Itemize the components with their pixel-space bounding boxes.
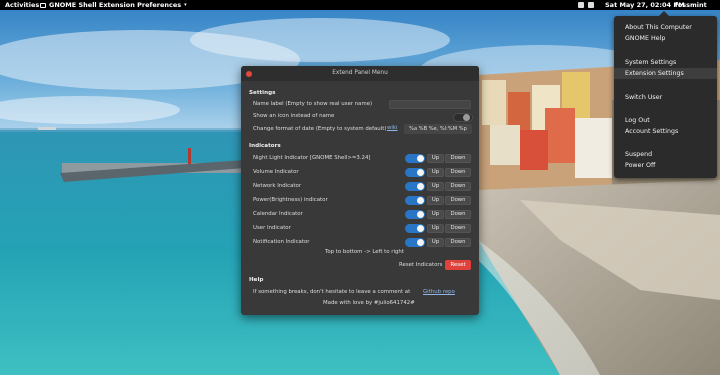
indicator-toggle[interactable] [405, 168, 425, 177]
move-down-button[interactable]: Down [445, 224, 471, 233]
move-up-button[interactable]: Up [427, 210, 444, 219]
dialog-titlebar[interactable]: Extend Panel Menu [241, 66, 479, 81]
move-down-button[interactable]: Down [445, 210, 471, 219]
move-up-button[interactable]: Up [427, 154, 444, 163]
app-menu-label: GNOME Shell Extension Preferences [49, 1, 182, 9]
menu-item-system-settings[interactable]: System Settings [614, 57, 717, 68]
indicator-label: Calendar Indicator [253, 211, 303, 217]
toggle-knob [417, 155, 424, 162]
indicator-label: Network Indicator [253, 183, 302, 189]
indicator-label: Power(Brightness) indicator [253, 197, 328, 203]
chevron-down-icon: ▾ [184, 2, 187, 8]
menu-item-help[interactable]: GNOME Help [614, 33, 717, 44]
move-down-button[interactable]: Down [445, 182, 471, 191]
indicator-label: User Indicator [253, 225, 291, 231]
toggle-knob [417, 239, 424, 246]
indicator-toggle[interactable] [405, 196, 425, 205]
github-repo-link[interactable]: Github repo [423, 289, 455, 295]
menu-item-about[interactable]: About This Computer [614, 22, 717, 33]
move-up-button[interactable]: Up [427, 238, 444, 247]
move-down-button[interactable]: Down [445, 238, 471, 247]
user-menu-button[interactable]: fossmint [675, 0, 707, 10]
indicator-toggle[interactable] [405, 182, 425, 191]
indicator-label: Volume Indicator [253, 169, 299, 175]
help-text: If something breaks, don't hesitate to l… [253, 289, 411, 295]
status-tray[interactable] [578, 2, 594, 8]
name-label-input[interactable] [389, 100, 471, 109]
help-heading: Help [249, 277, 264, 283]
menu-item-extension-settings[interactable]: Extension Settings [614, 68, 717, 79]
move-down-button[interactable]: Down [445, 154, 471, 163]
toggle-knob [417, 197, 424, 204]
indicator-toggle[interactable] [405, 210, 425, 219]
credit-text: Made with love by #julio641742# [323, 300, 415, 306]
toggle-knob [417, 169, 424, 176]
dialog-title: Extend Panel Menu [332, 70, 388, 76]
order-note: Top to bottom -> Left to right [325, 249, 404, 255]
top-panel: Activities GNOME Shell Extension Prefere… [0, 0, 720, 10]
wiki-link[interactable]: wiki [387, 125, 398, 131]
date-format-input[interactable]: %a %B %e, %l:%M %p [404, 124, 472, 134]
move-down-button[interactable]: Down [445, 196, 471, 205]
menu-item-power-off[interactable]: Power Off [614, 160, 717, 171]
lock-icon [588, 2, 594, 8]
move-up-button[interactable]: Up [427, 196, 444, 205]
screen-icon [578, 2, 584, 8]
activities-button[interactable]: Activities [5, 0, 39, 10]
indicator-toggle[interactable] [405, 238, 425, 247]
menu-item-suspend[interactable]: Suspend [614, 149, 717, 160]
reset-button[interactable]: Reset [445, 260, 471, 270]
menu-arrow [659, 11, 669, 16]
settings-heading: Settings [249, 90, 276, 96]
menu-item-log-out[interactable]: Log Out [614, 115, 717, 126]
reset-indicators-label: Reset Indicators [399, 262, 443, 268]
indicator-toggle[interactable] [405, 224, 425, 233]
indicator-toggle[interactable] [405, 154, 425, 163]
clock-label[interactable]: Sat May 27, 02:04 PM [605, 0, 685, 10]
move-down-button[interactable]: Down [445, 168, 471, 177]
user-dropdown-menu: About This Computer GNOME Help System Se… [614, 11, 717, 178]
show-icon-label: Show an icon instead of name [253, 113, 335, 119]
show-icon-toggle[interactable] [453, 113, 473, 122]
toggle-knob [417, 183, 424, 190]
name-label-label: Name label (Empty to show real user name… [253, 101, 373, 107]
indicator-label: Night Light Indicator [GNOME Shell>=3.24… [253, 155, 371, 161]
indicators-heading: Indicators [249, 143, 281, 149]
move-up-button[interactable]: Up [427, 224, 444, 233]
app-window-icon [40, 2, 46, 8]
toggle-knob [417, 225, 424, 232]
menu-item-account-settings[interactable]: Account Settings [614, 126, 717, 137]
app-menu-button[interactable]: GNOME Shell Extension Preferences ▾ [40, 0, 187, 10]
move-up-button[interactable]: Up [427, 182, 444, 191]
indicator-label: Notification Indicator [253, 239, 310, 245]
menu-item-switch-user[interactable]: Switch User [614, 92, 717, 103]
toggle-knob [417, 211, 424, 218]
date-format-label: Change format of date (Empty to system d… [253, 126, 387, 132]
move-up-button[interactable]: Up [427, 168, 444, 177]
toggle-knob [463, 114, 470, 121]
preferences-dialog: Extend Panel Menu Settings Name label (E… [241, 66, 479, 315]
